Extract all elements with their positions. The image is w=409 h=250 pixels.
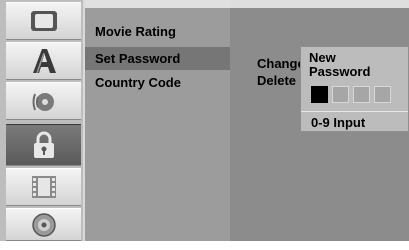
password-digit-2[interactable] <box>332 86 349 103</box>
menu-item-set-password[interactable]: Set Password <box>85 47 230 70</box>
popup-title: New Password <box>309 50 371 79</box>
option-delete[interactable]: Delete <box>257 73 296 88</box>
category-others[interactable] <box>6 168 81 206</box>
password-digit-4[interactable] <box>374 86 391 103</box>
menu-item-movie-rating[interactable]: Movie Rating <box>95 24 176 39</box>
lock-menu-panel: Movie Rating Set Password Country Code <box>83 0 232 250</box>
tv-screen-icon <box>30 11 57 31</box>
category-language[interactable] <box>6 42 81 80</box>
input-hint: 0-9 Input <box>311 115 366 130</box>
option-change[interactable]: Change <box>257 56 305 71</box>
category-lock[interactable] <box>6 124 81 166</box>
password-digit-1[interactable] <box>311 86 328 103</box>
new-password-popup: New Password 0-9 Input <box>300 46 409 132</box>
option-top-strip <box>230 0 409 8</box>
menu-top-strip <box>85 0 232 8</box>
disc-icon <box>31 212 56 237</box>
lock-icon <box>33 131 54 158</box>
category-icon-column <box>0 0 83 250</box>
setup-menu-screen: Movie Rating Set Password Country Code C… <box>0 0 409 250</box>
category-display[interactable] <box>6 2 81 40</box>
password-digit-3[interactable] <box>353 86 370 103</box>
category-disc[interactable] <box>6 208 81 241</box>
audio-disc-icon <box>32 93 54 111</box>
category-audio[interactable] <box>6 82 81 120</box>
menu-item-country-code[interactable]: Country Code <box>95 75 181 90</box>
bottom-border <box>0 241 409 250</box>
language-icon <box>32 49 56 74</box>
film-icon <box>31 176 56 198</box>
popup-divider <box>301 111 408 112</box>
